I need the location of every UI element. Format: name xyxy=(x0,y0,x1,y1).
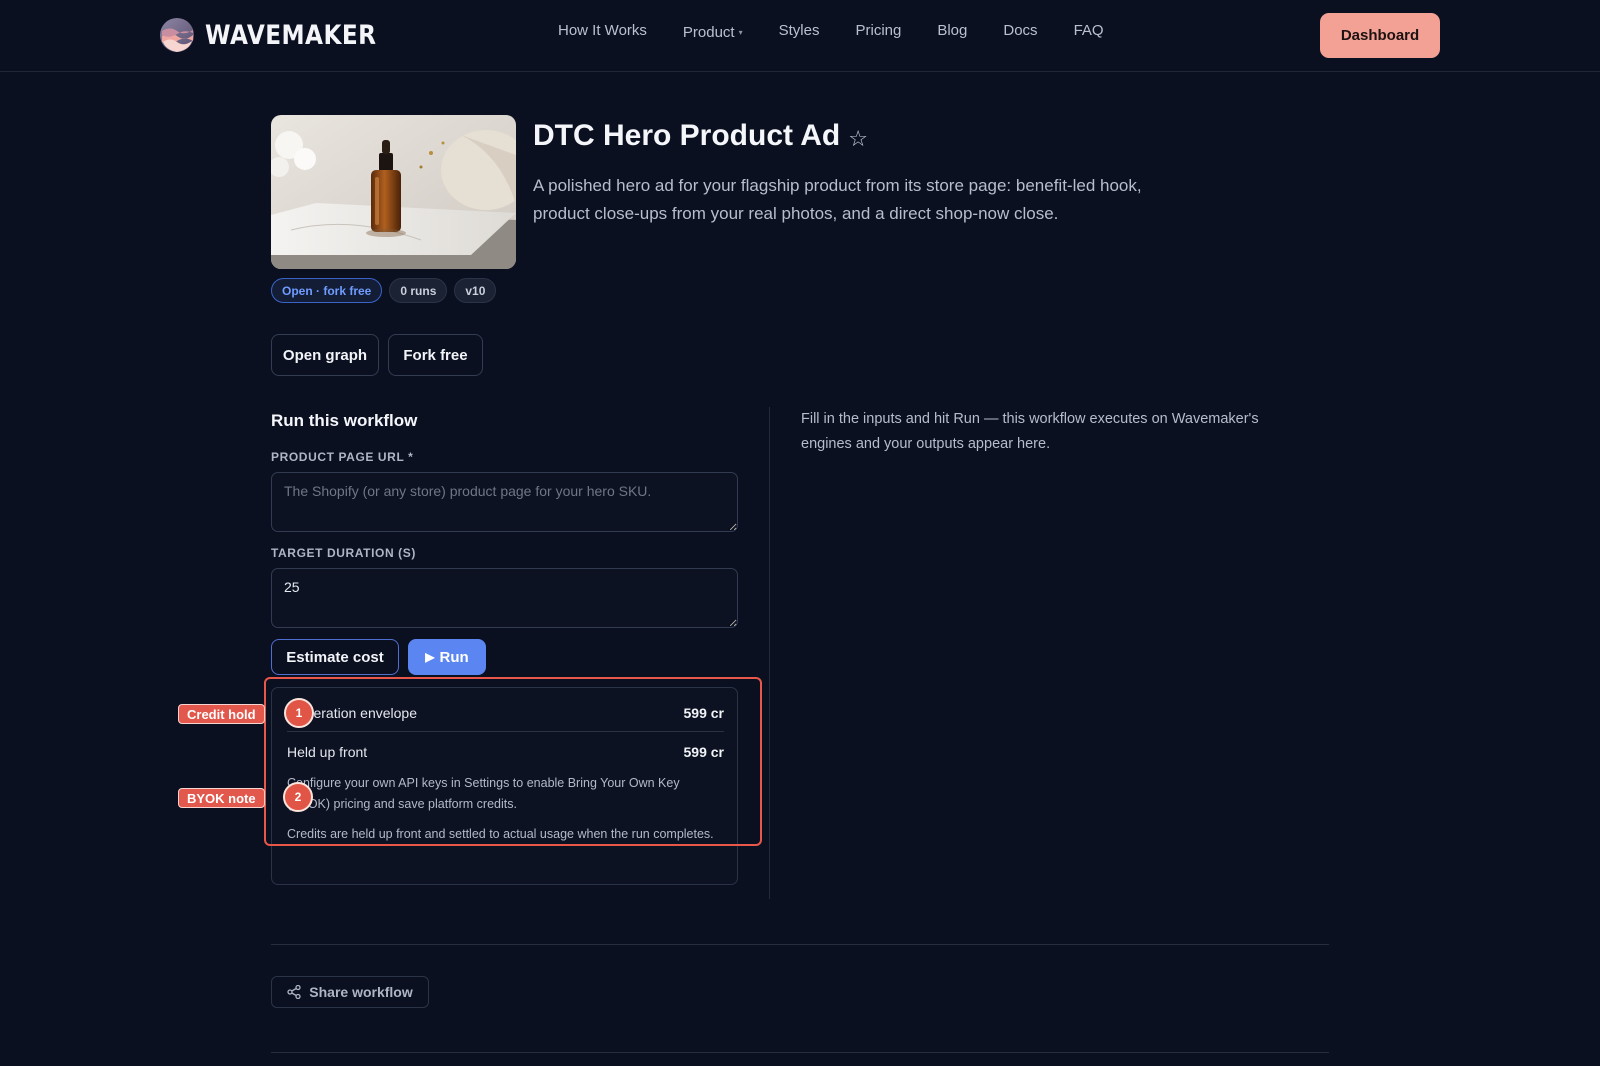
version-badge: v10 xyxy=(454,278,497,303)
play-icon: ▶ xyxy=(425,650,435,664)
output-placeholder: Fill in the inputs and hit Run — this wo… xyxy=(801,411,1259,452)
nav-blog[interactable]: Blog xyxy=(937,22,967,39)
footer-divider xyxy=(271,1052,1329,1053)
run-workflow-heading: Run this workflow xyxy=(271,411,418,430)
brand-logo[interactable]: WAVEMAKER xyxy=(159,17,404,53)
workflow-title: DTC Hero Product Ad xyxy=(533,119,841,152)
serum-bottle-image xyxy=(271,115,516,269)
estimate-cost-button[interactable]: Estimate cost xyxy=(271,639,399,675)
annotation-label-credit-hold: Credit hold xyxy=(178,704,265,724)
target-duration-input[interactable]: 25 xyxy=(271,568,738,628)
wave-logo-icon xyxy=(160,18,194,52)
nav-styles[interactable]: Styles xyxy=(779,22,820,39)
cost-row-envelope: Generation envelope 599 cr xyxy=(287,705,724,721)
column-divider xyxy=(769,407,770,899)
cost-estimate-panel: Generation envelope 599 cr Held up front… xyxy=(271,687,738,885)
share-workflow-button[interactable]: Share workflow xyxy=(271,976,429,1008)
nav-pricing[interactable]: Pricing xyxy=(855,22,901,39)
share-icon xyxy=(287,985,301,999)
annotation-marker-2: 2 xyxy=(283,782,313,812)
settlement-note: Credits are held up front and settled to… xyxy=(287,827,714,841)
top-navbar: WAVEMAKER How It Works Product ▾ Styles … xyxy=(0,0,1600,72)
brand-name: WAVEMAKER xyxy=(205,19,377,51)
target-duration-label: TARGET DURATION (S) xyxy=(271,546,416,560)
workflow-thumbnail xyxy=(271,115,516,269)
product-url-input[interactable] xyxy=(271,472,738,532)
status-badge-open: Open · fork free xyxy=(271,278,383,303)
run-button-label: Run xyxy=(439,648,469,666)
product-url-label: PRODUCT PAGE URL * xyxy=(271,450,414,464)
share-workflow-label: Share workflow xyxy=(309,984,413,1000)
cost-divider xyxy=(287,731,724,732)
workflow-title-row: DTC Hero Product Ad ☆ xyxy=(533,119,868,153)
annotation-marker-1: 1 xyxy=(284,698,314,728)
envelope-value: 599 cr xyxy=(683,705,724,721)
nav-docs[interactable]: Docs xyxy=(1003,22,1037,39)
runs-badge: 0 runs xyxy=(389,278,448,303)
workflow-badges: Open · fork free 0 runs v10 xyxy=(271,278,503,303)
cost-row-held: Held up front 599 cr xyxy=(287,744,724,760)
nav-product-label: Product xyxy=(682,24,735,41)
open-graph-button[interactable]: Open graph xyxy=(271,334,379,376)
run-button[interactable]: ▶ Run xyxy=(408,639,486,675)
byok-note: Configure your own API keys in Settings … xyxy=(287,776,680,811)
dashboard-button[interactable]: Dashboard xyxy=(1320,13,1440,58)
star-icon[interactable]: ☆ xyxy=(848,126,868,152)
held-label: Held up front xyxy=(287,744,368,760)
held-value: 599 cr xyxy=(683,744,724,760)
nav-faq[interactable]: FAQ xyxy=(1074,22,1104,39)
nav-product[interactable]: Product ▾ xyxy=(683,24,743,41)
annotation-label-byok-note: BYOK note xyxy=(178,788,265,808)
chevron-down-icon: ▾ xyxy=(738,28,743,37)
section-divider xyxy=(271,944,1329,945)
fork-free-button[interactable]: Fork free xyxy=(388,334,483,376)
workflow-description: A polished hero ad for your flagship pro… xyxy=(533,176,1142,223)
nav-how-it-works[interactable]: How It Works xyxy=(558,22,647,39)
main-nav: How It Works Product ▾ Styles Pricing Bl… xyxy=(558,22,1140,41)
